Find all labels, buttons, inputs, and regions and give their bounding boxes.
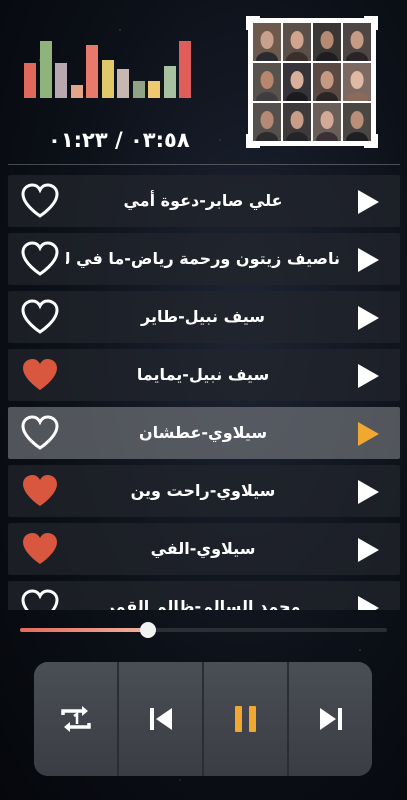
equalizer-bar: [86, 45, 98, 98]
play-icon[interactable]: [356, 247, 380, 273]
playlist-row[interactable]: سيف نبيل-يمايما: [8, 349, 400, 401]
pause-button[interactable]: [204, 662, 289, 776]
seek-progress: [20, 628, 149, 632]
play-icon[interactable]: [356, 363, 380, 389]
artist-portrait: [313, 63, 341, 101]
heart-outline-icon[interactable]: [20, 414, 60, 452]
playlist-row[interactable]: سيلاوي-الفي: [8, 523, 400, 575]
play-icon[interactable]: [356, 479, 380, 505]
artwork-corner: [246, 16, 260, 30]
equalizer-bar: [132, 81, 145, 98]
playlist-row[interactable]: ناصيف زيتون ورحمة رياض-ما في ليل: [8, 233, 400, 285]
pause-icon: [234, 706, 256, 732]
seek-thumb[interactable]: [140, 622, 157, 638]
heart-outline-icon[interactable]: [20, 588, 60, 610]
playlist[interactable]: علي صابر-دعوة أمي ناصيف زيتون ورحمة رياض-…: [8, 164, 400, 610]
playlist-row[interactable]: علي صابر-دعوة أمي: [8, 175, 400, 227]
artist-portrait: [313, 103, 341, 141]
artwork-corner: [246, 134, 260, 148]
playback-time: ٠٣:٥٨ / ٠١:٢٣: [48, 128, 190, 152]
heart-outline-icon[interactable]: [20, 298, 60, 336]
equalizer-bar: [148, 81, 160, 98]
previous-button[interactable]: [119, 662, 204, 776]
repeat-one-icon: [60, 706, 91, 732]
equalizer-bar: [55, 63, 67, 98]
equalizer-bar: [179, 41, 191, 98]
artist-portrait: [313, 23, 341, 61]
song-title: علي صابر-دعوة أمي: [123, 191, 283, 210]
artwork-corner: [364, 134, 378, 148]
equalizer-bar: [117, 69, 129, 98]
next-button[interactable]: [289, 662, 372, 776]
song-title: سيلاوي-راحت وين: [130, 481, 276, 500]
seek-bar[interactable]: [20, 622, 387, 638]
song-title: ناصيف زيتون ورحمة رياض-ما في ليل: [66, 249, 340, 268]
song-title: سيلاوي-الفي: [150, 539, 256, 558]
heart-filled-icon[interactable]: [20, 356, 60, 394]
song-title: سيلاوي-عطشان: [138, 423, 268, 442]
song-title: سيف نبيل-طاير: [141, 307, 265, 326]
playlist-row[interactable]: محمد السالم-ظالم القمر: [8, 581, 400, 610]
skip-next-icon: [319, 708, 342, 730]
album-artwork: [246, 16, 378, 148]
playlist-row[interactable]: سيلاوي-راحت وين: [8, 465, 400, 517]
artwork-corner: [364, 16, 378, 30]
play-icon[interactable]: [356, 537, 380, 563]
play-icon[interactable]: [356, 189, 380, 215]
artist-portrait: [283, 103, 311, 141]
play-icon[interactable]: [356, 595, 380, 610]
equalizer-bar: [39, 41, 52, 98]
heart-outline-icon[interactable]: [20, 182, 60, 220]
equalizer-visualizer: [24, 40, 196, 98]
equalizer-bar: [24, 63, 36, 98]
playlist-row[interactable]: سيلاوي-عطشان: [8, 407, 400, 459]
song-title: محمد السالم-ظالم القمر: [105, 597, 301, 610]
skip-previous-icon: [149, 708, 172, 730]
artwork-collage: [253, 23, 371, 141]
heart-filled-icon[interactable]: [20, 530, 60, 568]
artist-portrait: [283, 63, 311, 101]
artist-portrait: [253, 63, 281, 101]
equalizer-bar: [101, 60, 114, 98]
playlist-row[interactable]: سيف نبيل-طاير: [8, 291, 400, 343]
song-title: سيف نبيل-يمايما: [136, 365, 270, 384]
repeat-button[interactable]: [34, 662, 119, 776]
equalizer-bar: [163, 66, 176, 98]
equalizer-bar: [70, 85, 83, 98]
artist-portrait: [283, 23, 311, 61]
heart-filled-icon[interactable]: [20, 472, 60, 510]
playback-controls: [34, 662, 372, 776]
play-icon[interactable]: [356, 421, 380, 447]
play-icon[interactable]: [356, 305, 380, 331]
heart-outline-icon[interactable]: [20, 240, 60, 278]
artist-portrait: [343, 63, 371, 101]
